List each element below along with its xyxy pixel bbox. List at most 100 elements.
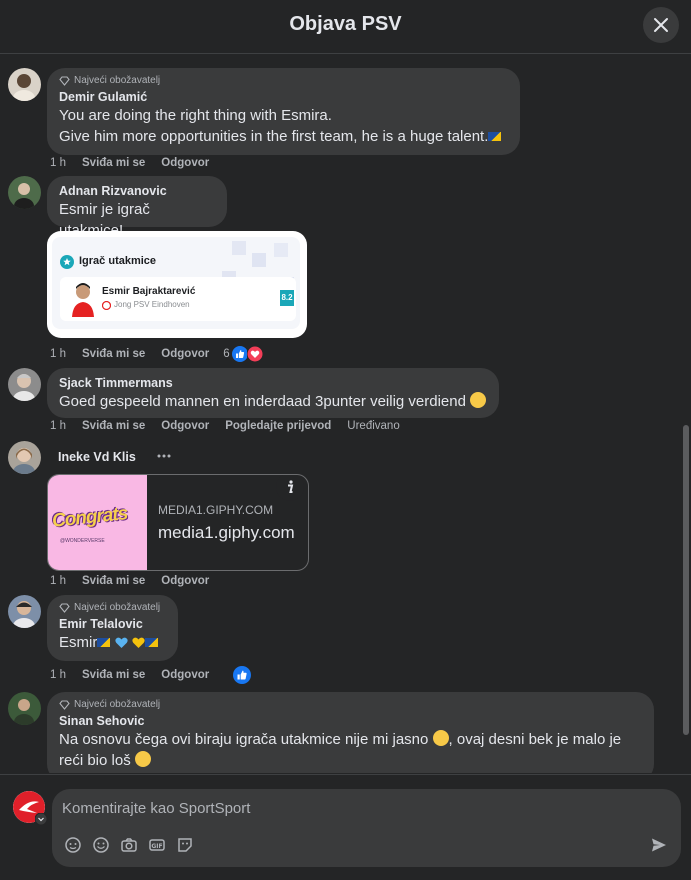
- diamond-icon: [59, 602, 70, 613]
- dialog-header: Objava PSV: [0, 0, 691, 54]
- timestamp[interactable]: 1 h: [50, 575, 66, 587]
- card-player-row: Esmir Bajraktarević Jong PSV Eindhoven 8…: [60, 277, 296, 321]
- avatar[interactable]: [8, 692, 41, 725]
- comment-bubble: Najveći obožavatelj Sinan Sehovic Na osn…: [47, 692, 654, 773]
- avatar[interactable]: [8, 176, 41, 209]
- composer-toolbar: GIF: [64, 836, 194, 854]
- player-of-match-card[interactable]: Igrač utakmice Esmir Bajraktarević Jong …: [47, 231, 307, 338]
- comment-actions: 1 h Sviđa mi se Odgovor: [50, 157, 209, 169]
- timestamp[interactable]: 1 h: [50, 669, 66, 681]
- avatar[interactable]: [8, 368, 41, 401]
- comment-author[interactable]: Demir Gulamić: [59, 89, 508, 105]
- comment-author[interactable]: Sjack Timmermans: [59, 375, 487, 391]
- comment-input-placeholder: Komentirajte kao SportSport: [62, 800, 251, 817]
- like-button[interactable]: Sviđa mi se: [82, 348, 145, 360]
- card-inner: Igrač utakmice Esmir Bajraktarević Jong …: [52, 237, 300, 329]
- star-icon: [60, 255, 74, 269]
- yellow-heart-icon: [132, 637, 145, 648]
- avatar[interactable]: [8, 441, 41, 474]
- close-icon: [654, 18, 668, 32]
- like-button[interactable]: Sviđa mi se: [82, 669, 145, 681]
- like-button[interactable]: Sviđa mi se: [82, 157, 145, 169]
- comment-bubble: Najveći obožavatelj Demir Gulamić You ar…: [47, 68, 520, 155]
- team-name: Jong PSV Eindhoven: [114, 300, 190, 309]
- like-reaction-icon: [231, 346, 248, 362]
- reactions-summary[interactable]: 6: [223, 346, 263, 362]
- bosnia-flag-icon: [97, 638, 111, 647]
- comment: Sjack Timmermans Goed gespeeld mannen en…: [8, 368, 508, 418]
- comment-author[interactable]: Ineke Vd Klis: [58, 449, 136, 465]
- comment-composer: Komentirajte kao SportSport GIF: [0, 774, 691, 880]
- info-icon: [288, 480, 294, 493]
- scrollbar[interactable]: [683, 425, 689, 735]
- bosnia-flag-icon: [144, 638, 158, 647]
- avatar-sticker-icon[interactable]: [64, 836, 82, 854]
- link-preview[interactable]: Congrats @WONDERVERSE MEDIA1.GIPHY.COM m…: [47, 474, 309, 571]
- camera-icon[interactable]: [120, 836, 138, 854]
- comment-text: You are doing the right thing with Esmir…: [59, 105, 508, 147]
- timestamp[interactable]: 1 h: [50, 157, 66, 169]
- dialog-title: Objava PSV: [289, 13, 402, 35]
- reply-button[interactable]: Odgovor: [161, 669, 209, 681]
- svg-text:GIF: GIF: [151, 843, 162, 850]
- comment: Najveći obožavatelj Sinan Sehovic Na osn…: [8, 692, 658, 773]
- comment-text: Esmir: [59, 632, 166, 653]
- timestamp[interactable]: 1 h: [50, 348, 66, 360]
- avatar[interactable]: [8, 595, 41, 628]
- gif-thumbnail: Congrats @WONDERVERSE: [48, 475, 147, 570]
- comments-list[interactable]: Najveći obožavatelj Demir Gulamić You ar…: [0, 55, 691, 773]
- more-icon[interactable]: [157, 454, 171, 458]
- info-button[interactable]: [276, 475, 304, 501]
- reply-button[interactable]: Odgovor: [161, 157, 209, 169]
- reply-button[interactable]: Odgovor: [161, 420, 209, 432]
- comment-bubble: Najveći obožavatelj Emir Telalovic Esmir: [47, 595, 178, 661]
- comment-author[interactable]: Sinan Sehovic: [59, 713, 642, 729]
- gif-text: Congrats: [51, 503, 129, 532]
- comment-author[interactable]: Adnan Rizvanovic: [59, 183, 215, 199]
- close-button[interactable]: [643, 7, 679, 43]
- reply-button[interactable]: Odgovor: [161, 348, 209, 360]
- avatar[interactable]: [8, 68, 41, 101]
- comment-actions: 1 h Sviđa mi se Odgovor Pogledajte prije…: [50, 420, 400, 432]
- emoji-icon[interactable]: [92, 836, 110, 854]
- comment-actions: 1 h Sviđa mi se Odgovor: [50, 575, 209, 587]
- link-title: media1.giphy.com: [158, 523, 295, 542]
- reply-button[interactable]: Odgovor: [161, 575, 209, 587]
- team-logo-icon: [102, 301, 111, 310]
- badge-label: Najveći obožavatelj: [74, 699, 161, 710]
- love-reaction-icon: [246, 346, 263, 362]
- rating-badge: 8.2: [280, 290, 294, 306]
- like-button[interactable]: Sviđa mi se: [82, 575, 145, 587]
- like-reaction-icon[interactable]: [233, 666, 252, 684]
- top-fan-badge: Najveći obožavatelj: [59, 602, 166, 613]
- gif-subtext: @WONDERVERSE: [60, 538, 105, 544]
- comment-input[interactable]: Komentirajte kao SportSport GIF: [52, 789, 681, 867]
- reactions-count: 6: [223, 348, 230, 360]
- comment-bubble: Sjack Timmermans Goed gespeeld mannen en…: [47, 368, 499, 418]
- comment-author[interactable]: Emir Telalovic: [59, 616, 166, 632]
- chevron-down-icon[interactable]: [35, 813, 47, 825]
- see-translation-link[interactable]: Pogledajte prijevod: [225, 420, 331, 432]
- send-icon[interactable]: [651, 837, 667, 853]
- comment-bubble: Adnan Rizvanovic Esmir je igrač utakmice…: [47, 176, 227, 239]
- top-fan-badge: Najveći obožavatelj: [59, 699, 642, 710]
- gif-icon[interactable]: GIF: [148, 836, 166, 854]
- diamond-icon: [59, 699, 70, 710]
- timestamp[interactable]: 1 h: [50, 420, 66, 432]
- edited-label[interactable]: Uređivano: [347, 420, 399, 432]
- player-name: Esmir Bajraktarević: [102, 286, 196, 297]
- badge-label: Najveći obožavatelj: [74, 602, 161, 613]
- like-button[interactable]: Sviđa mi se: [82, 420, 145, 432]
- badge-label: Najveći obožavatelj: [74, 75, 161, 86]
- comment-text: Na osnovu čega ovi biraju igrača utakmic…: [59, 730, 622, 769]
- blue-heart-icon: [114, 637, 128, 648]
- comment-actions: 1 h Sviđa mi se Odgovor: [50, 666, 252, 684]
- eye-roll-emoji-icon: [432, 730, 449, 746]
- comment: Najveći obožavatelj Demir Gulamić You ar…: [8, 68, 528, 168]
- sticker-icon[interactable]: [176, 836, 194, 854]
- top-fan-badge: Najveći obožavatelj: [59, 75, 508, 86]
- comment-text: Goed gespeeld mannen en inderdaad 3punte…: [59, 391, 487, 412]
- bosnia-flag-icon: [488, 132, 502, 141]
- comment: Ineke Vd Klis: [8, 441, 328, 474]
- confused-emoji-icon: [134, 751, 151, 767]
